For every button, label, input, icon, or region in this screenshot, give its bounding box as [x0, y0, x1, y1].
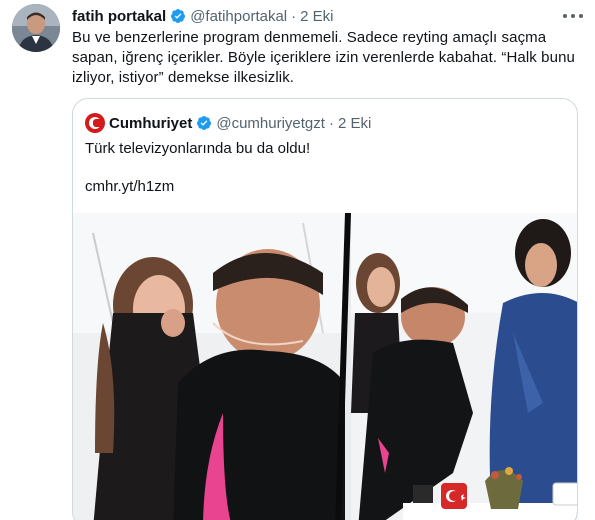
author-handle[interactable]: @fatihportakal [190, 8, 287, 25]
tweet-header: fatih portakal @fatihportakal · 2 Eki [72, 6, 555, 26]
verified-badge-icon [171, 9, 186, 23]
tweet-date[interactable]: 2 Eki [300, 8, 333, 25]
video-thumbnail[interactable] [73, 213, 577, 520]
separator-dot: · [328, 114, 334, 132]
quoted-header: Cumhuriyet @cumhuriyetgzt · 2 Eki [85, 113, 371, 133]
video-thumbnail-image [73, 213, 577, 520]
verified-badge-icon [197, 116, 212, 130]
quoted-link[interactable]: cmhr.yt/h1zm [85, 177, 174, 197]
separator-dot: · [291, 7, 297, 25]
cumhuriyet-logo-icon [85, 113, 105, 133]
quoted-date: 2 Eki [337, 114, 372, 132]
more-dot [579, 14, 583, 18]
author-name[interactable]: fatih portakal [72, 8, 166, 25]
tweet[interactable]: fatih portakal @fatihportakal · 2 Eki Bu… [0, 0, 595, 520]
avatar[interactable] [12, 4, 60, 52]
more-options-icon[interactable] [563, 8, 583, 24]
quoted-text: Türk televizyonlarında bu da oldu! [85, 140, 311, 157]
avatar-image [12, 4, 60, 52]
quoted-handle: @cumhuriyetgzt [216, 114, 325, 132]
quoted-author-name: Cumhuriyet [109, 114, 193, 132]
more-dot [571, 14, 575, 18]
tweet-text: Bu ve benzerlerine program denmemeli. Sa… [72, 29, 575, 86]
more-dot [563, 14, 567, 18]
quoted-tweet[interactable]: Cumhuriyet @cumhuriyetgzt · 2 Eki Türk t… [72, 98, 578, 520]
